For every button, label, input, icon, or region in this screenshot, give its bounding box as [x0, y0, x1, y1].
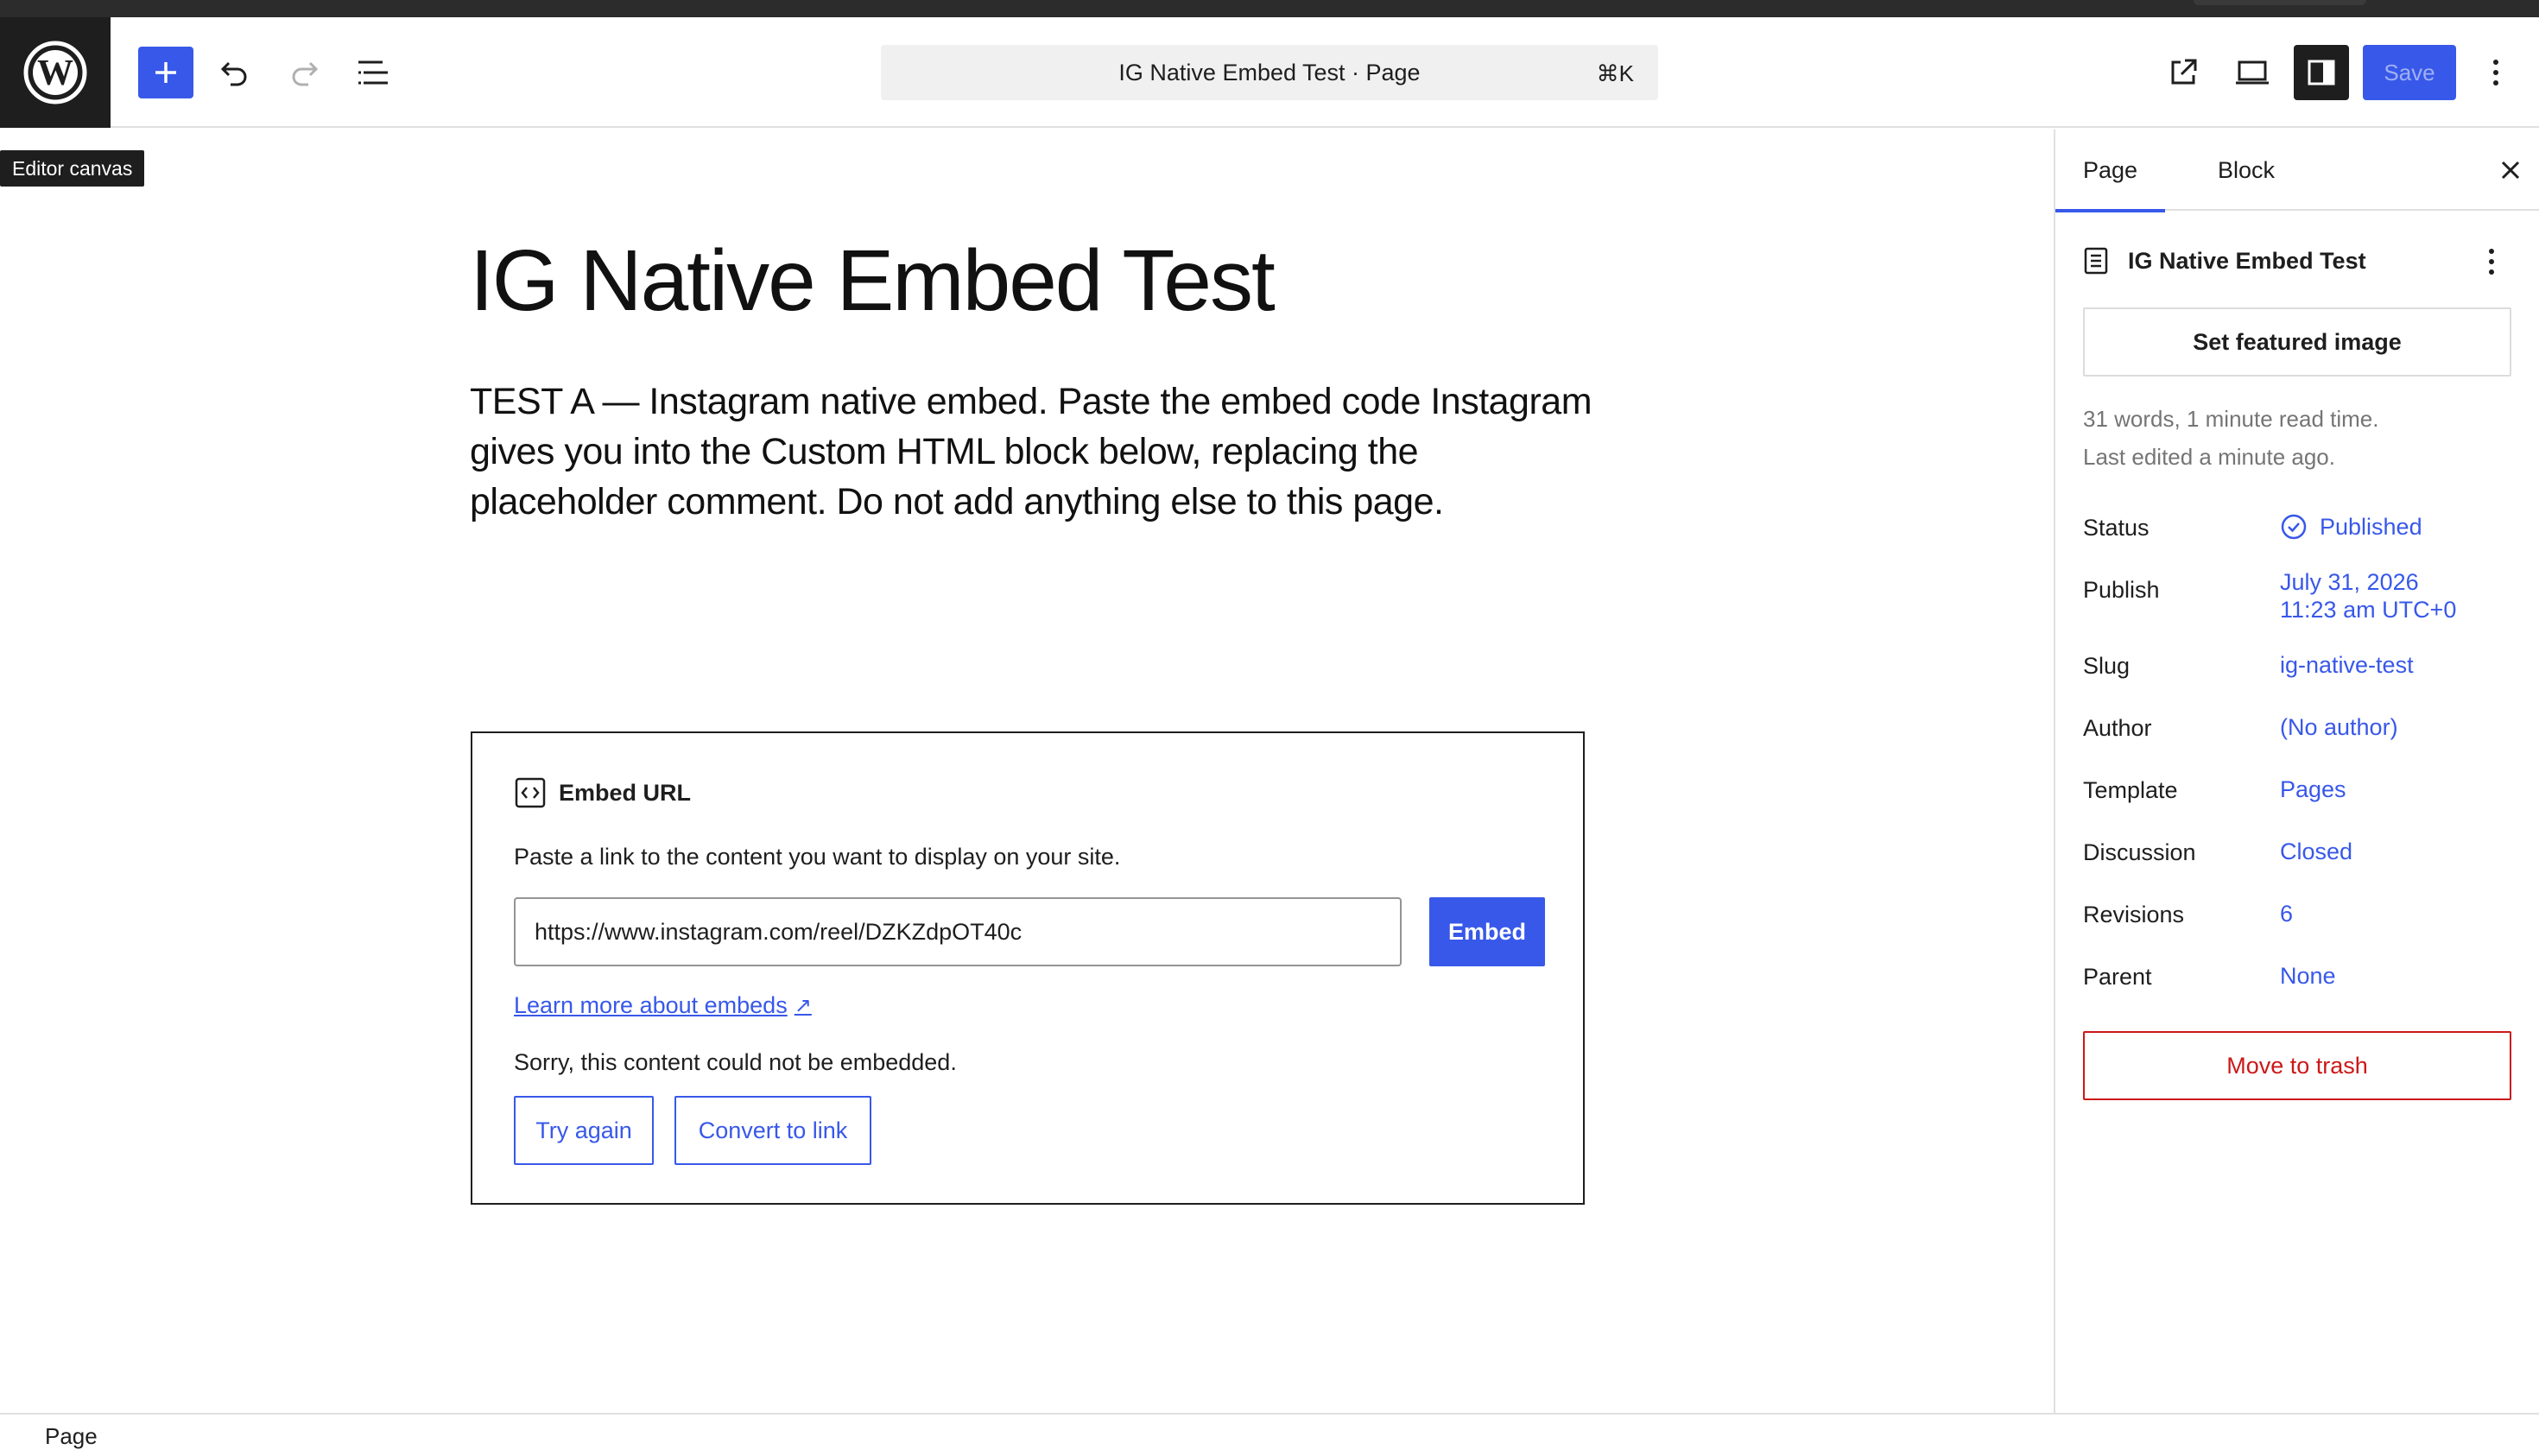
view-page-button[interactable]	[2156, 47, 2211, 98]
tab-block[interactable]: Block	[2190, 130, 2302, 211]
save-button[interactable]: Save	[2363, 45, 2456, 100]
set-featured-image-button[interactable]: Set featured image	[2083, 307, 2511, 377]
convert-to-link-button[interactable]: Convert to link	[674, 1096, 871, 1165]
embed-submit-button[interactable]: Embed	[1429, 897, 1545, 966]
status-value-text: Published	[2320, 514, 2422, 540]
list-view-icon	[358, 60, 388, 85]
published-check-icon	[2281, 514, 2307, 540]
embed-url-input[interactable]	[514, 897, 1402, 966]
document-overview-button[interactable]	[345, 47, 401, 98]
editor-footer: Page	[0, 1413, 2539, 1456]
document-actions-button[interactable]	[2470, 240, 2513, 283]
command-palette-bar[interactable]: IG Native Embed Test · Page ⌘K	[881, 45, 1658, 100]
more-vertical-icon	[2489, 249, 2494, 275]
redo-button[interactable]	[276, 47, 332, 98]
page-document-icon	[2084, 247, 2108, 275]
tab-page[interactable]: Page	[2055, 130, 2166, 212]
template-label: Template	[2083, 777, 2178, 803]
undo-button[interactable]	[207, 47, 263, 98]
breadcrumb[interactable]: Page	[45, 1423, 98, 1450]
learn-more-text: Learn more about embeds	[514, 992, 788, 1018]
embed-code-icon	[515, 777, 546, 808]
embed-block[interactable]: Embed URL Paste a link to the content yo…	[471, 731, 1585, 1205]
options-menu-button[interactable]	[2470, 47, 2522, 98]
wordpress-logo-button[interactable]: W	[0, 17, 111, 128]
embed-heading: Embed URL	[514, 776, 691, 809]
desktop-preview-icon	[2236, 60, 2269, 85]
author-value[interactable]: (No author)	[2280, 713, 2398, 741]
editor-canvas-tooltip: Editor canvas	[0, 150, 145, 187]
publish-date: July 31, 2026	[2280, 569, 2419, 595]
status-value[interactable]: Published	[2280, 513, 2422, 541]
document-title: IG Native Embed Test	[2128, 247, 2366, 274]
publish-time: 11:23 am UTC+0	[2280, 597, 2457, 623]
editor-header: W IG Native Embed Test · Page ⌘K Save	[0, 17, 2539, 128]
external-link-icon	[2171, 59, 2197, 85]
slug-label: Slug	[2083, 653, 2131, 679]
author-label: Author	[2083, 715, 2152, 741]
command-shortcut: ⌘K	[1596, 60, 1634, 86]
sidebar-toggle-icon	[2308, 60, 2335, 85]
embed-heading-text: Embed URL	[559, 779, 692, 806]
undo-icon	[220, 61, 247, 86]
learn-more-embeds-link[interactable]: Learn more about embeds ↗	[514, 992, 812, 1019]
revisions-label: Revisions	[2083, 902, 2185, 927]
sidebar-tabs: Page Block	[2055, 130, 2539, 212]
svg-text:W: W	[37, 54, 73, 93]
device-preview-button[interactable]	[2225, 47, 2280, 98]
word-count: 31 words, 1 minute read time.	[2083, 406, 2379, 432]
embed-error-message: Sorry, this content could not be embedde…	[514, 1049, 957, 1075]
move-to-trash-button[interactable]: Move to trash	[2083, 1031, 2511, 1100]
browser-top-strip	[0, 0, 2539, 17]
publish-label: Publish	[2083, 577, 2160, 603]
editor-canvas[interactable]: IG Native Embed Test TEST A — Instagram …	[0, 130, 2054, 1413]
redo-icon	[292, 61, 319, 86]
plus-icon	[155, 62, 176, 83]
discussion-label: Discussion	[2083, 839, 2196, 865]
parent-value[interactable]: None	[2280, 962, 2336, 990]
last-edited: Last edited a minute ago.	[2083, 444, 2335, 470]
discussion-value[interactable]: Closed	[2280, 838, 2352, 865]
intro-paragraph[interactable]: TEST A — Instagram native embed. Paste t…	[470, 377, 1592, 527]
parent-label: Parent	[2083, 964, 2152, 990]
embed-description: Paste a link to the content you want to …	[514, 844, 1121, 870]
command-bar-title: IG Native Embed Test · Page	[1118, 59, 1421, 85]
document-summary: IG Native Embed Test	[2083, 242, 2515, 280]
block-inserter-button[interactable]	[138, 47, 193, 98]
settings-sidebar-toggle[interactable]	[2294, 45, 2349, 100]
template-value[interactable]: Pages	[2280, 775, 2346, 803]
settings-sidebar: Page Block IG Native Embed Test Set feat…	[2054, 130, 2539, 1413]
close-sidebar-button[interactable]	[2487, 147, 2534, 193]
slug-value[interactable]: ig-native-test	[2280, 651, 2414, 679]
publish-value[interactable]: July 31, 2026 11:23 am UTC+0	[2280, 568, 2456, 624]
external-arrow-icon: ↗	[794, 994, 812, 1017]
page-title[interactable]: IG Native Embed Test	[470, 231, 1276, 331]
more-vertical-icon	[2493, 60, 2498, 85]
status-label: Status	[2083, 515, 2150, 541]
close-icon	[2501, 161, 2520, 180]
revisions-value[interactable]: 6	[2280, 900, 2293, 927]
wordpress-logo-icon: W	[23, 41, 87, 104]
try-again-button[interactable]: Try again	[514, 1096, 654, 1165]
